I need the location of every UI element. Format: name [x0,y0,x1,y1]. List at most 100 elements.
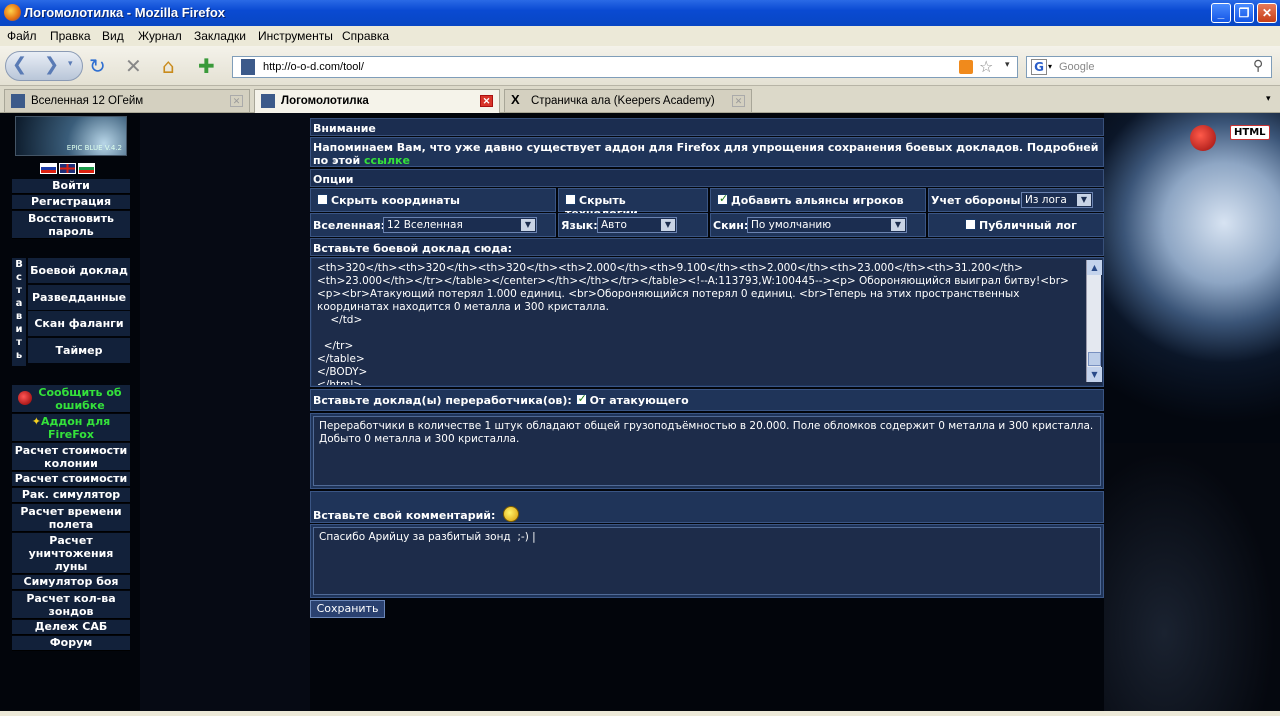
menu-history[interactable]: Журнал [138,29,182,43]
back-icon[interactable]: ❮ [12,54,27,75]
vertical-letter: а [15,298,23,309]
rss-icon[interactable] [959,60,973,74]
from-attacker-checkbox[interactable] [575,392,587,405]
tab-list-icon[interactable]: ▾ [1266,94,1271,104]
vertical-letter: и [15,324,23,335]
tab-favicon-icon: X [511,92,520,107]
tab-logomolotilka[interactable]: Логомолотилка ✕ [254,89,500,113]
sidebar-item-forum[interactable]: Форум [12,636,130,651]
sidebar-item-probes[interactable]: Расчет кол-ва зондов [12,591,130,619]
menu-tools[interactable]: Инструменты [258,29,333,43]
close-tab-icon[interactable]: ✕ [230,95,243,107]
history-dropdown-icon[interactable]: ▾ [68,59,73,69]
skin-value: По умолчанию [751,219,832,231]
search-bar[interactable]: G ▾ Google ⚲ [1026,56,1272,78]
hide-coords-option[interactable]: Скрыть координаты [310,188,556,212]
flag-uk-icon[interactable] [59,163,76,174]
flag-ru-icon[interactable] [40,163,57,174]
public-log-option[interactable]: Публичный лог [928,213,1104,237]
universe-label: Вселенная: [313,219,385,232]
notice-row: Напоминаем Вам, что уже давно существует… [310,137,1104,167]
hide-tech-option[interactable]: Скрыть технологии [558,188,708,220]
recycler-textarea[interactable]: Переработчики в количестве 1 штук облада… [313,416,1101,486]
sidebar-item-acs-split[interactable]: Дележ САБ [12,620,130,635]
scroll-down-icon[interactable]: ▼ [1087,367,1102,382]
universe-select[interactable]: 12 Вселенная ▼ [383,217,537,233]
defense-select[interactable]: Из лога ▼ [1021,192,1093,208]
sidebar-item-colony-cost[interactable]: Расчет стоимости колонии [12,443,130,471]
sidebar-item-missile-sim[interactable]: Рак. симулятор [12,488,130,503]
save-button[interactable]: Сохранить [310,600,385,618]
menu-bookmarks[interactable]: Закладки [194,29,246,43]
register-link[interactable]: Регистрация [12,195,130,210]
chevron-down-icon: ▼ [521,219,535,231]
engine-dropdown-icon[interactable]: ▾ [1048,62,1052,71]
reload-icon[interactable]: ↻ [89,54,106,78]
report-bug-link[interactable]: Сообщить об ошибке [12,385,130,413]
tab-universe[interactable]: Вселенная 12 ОГейм ✕ [4,89,250,112]
close-button[interactable]: ✕ [1257,3,1277,23]
vertical-letter: т [16,337,22,348]
tab-favicon-icon [11,94,25,108]
add-alliances-option[interactable]: Добавить альянсы игроков [710,188,926,212]
skin-select[interactable]: По умолчанию ▼ [747,217,907,233]
url-dropdown-icon[interactable]: ▾ [1005,60,1010,70]
bookmark-star-icon[interactable]: ☆ [979,57,993,76]
chevron-down-icon: ▼ [661,219,675,231]
battle-report-textarea[interactable]: <th>320</th><th>320</th><th>320</th><th>… [312,259,1102,385]
menu-file[interactable]: Файл [7,29,37,43]
maximize-button[interactable]: ❐ [1234,3,1254,23]
scroll-up-icon[interactable]: ▲ [1087,260,1102,275]
forward-icon[interactable]: ❯ [44,54,59,75]
vertical-letter: с [16,272,22,283]
title-bar: Логомолотилка - Mozilla Firefox _ ❐ ✕ [0,0,1280,26]
menu-view[interactable]: Вид [102,29,124,43]
language-select[interactable]: Авто ▼ [597,217,677,233]
url-bar[interactable]: http://o-o-d.com/tool/ ☆ ▾ [232,56,1018,78]
menu-edit[interactable]: Правка [50,29,91,43]
google-icon[interactable]: G [1031,59,1047,75]
home-icon[interactable]: ⌂ [162,54,175,78]
hide-tech-checkbox[interactable] [565,194,576,205]
espionage-button[interactable]: Разведданные [28,285,130,310]
chevron-down-icon: ▼ [891,219,905,231]
add-alliances-checkbox[interactable] [717,192,728,205]
sidebar-item-flight-time[interactable]: Расчет времени полета [12,504,130,532]
vertical-letter: в [15,311,23,322]
hide-coords-label: Скрыть координаты [331,194,460,207]
comment-textarea[interactable]: Спасибо Арийцу за разбитый зонд ;-) | [313,527,1101,595]
html-badge[interactable]: HTML [1230,125,1270,140]
magnifier-icon[interactable]: ⚲ [1253,58,1263,74]
addon-link[interactable]: ✦Аддон для FireFox [12,414,130,442]
timer-button[interactable]: Таймер [28,338,130,363]
universe-value: 12 Вселенная [387,219,463,231]
star-icon: ✦ [31,415,41,428]
scroll-thumb[interactable] [1088,352,1101,366]
stop-icon[interactable]: ✕ [125,54,142,78]
minimize-button[interactable]: _ [1211,3,1231,23]
sidebar-item-cost[interactable]: Расчет стоимости [12,472,130,487]
login-link[interactable]: Войти [12,179,130,194]
new-tab-icon[interactable]: ✚ [198,54,215,78]
close-tab-icon[interactable]: ✕ [732,95,745,107]
insert-vertical-label: В с т а в и т ь [12,258,26,366]
close-tab-icon[interactable]: ✕ [480,95,493,107]
ladybug-icon[interactable] [1190,125,1216,151]
sidebar-item-moon-destroy[interactable]: Расчет уничтожения луны [12,533,130,574]
notice-header: Внимание [310,118,1104,136]
scrollbar[interactable]: ▲ ▼ [1086,260,1102,382]
hide-coords-checkbox[interactable] [317,194,328,205]
public-log-checkbox[interactable] [965,219,976,230]
sidebar-item-battle-sim[interactable]: Симулятор боя [12,575,130,590]
notice-link[interactable]: ссылке [364,154,410,167]
restore-password-link[interactable]: Восстановить пароль [12,211,130,239]
flag-bg-icon[interactable] [78,163,95,174]
phalanx-scan-button[interactable]: Скан фаланги [28,311,130,336]
battle-report-button[interactable]: Боевой доклад [28,258,130,283]
menu-help[interactable]: Справка [342,29,389,43]
sidebar: EPIC BLUE V.4.2 Войти Регистрация Восста… [12,115,130,651]
report-bug-label: Сообщить об ошибке [38,386,122,412]
tab-keepers[interactable]: X Страничка ала (Keepers Academy) ✕ [504,89,752,112]
universe-option: Вселенная: 12 Вселенная ▼ [310,213,556,237]
smiley-icon[interactable] [503,506,520,522]
